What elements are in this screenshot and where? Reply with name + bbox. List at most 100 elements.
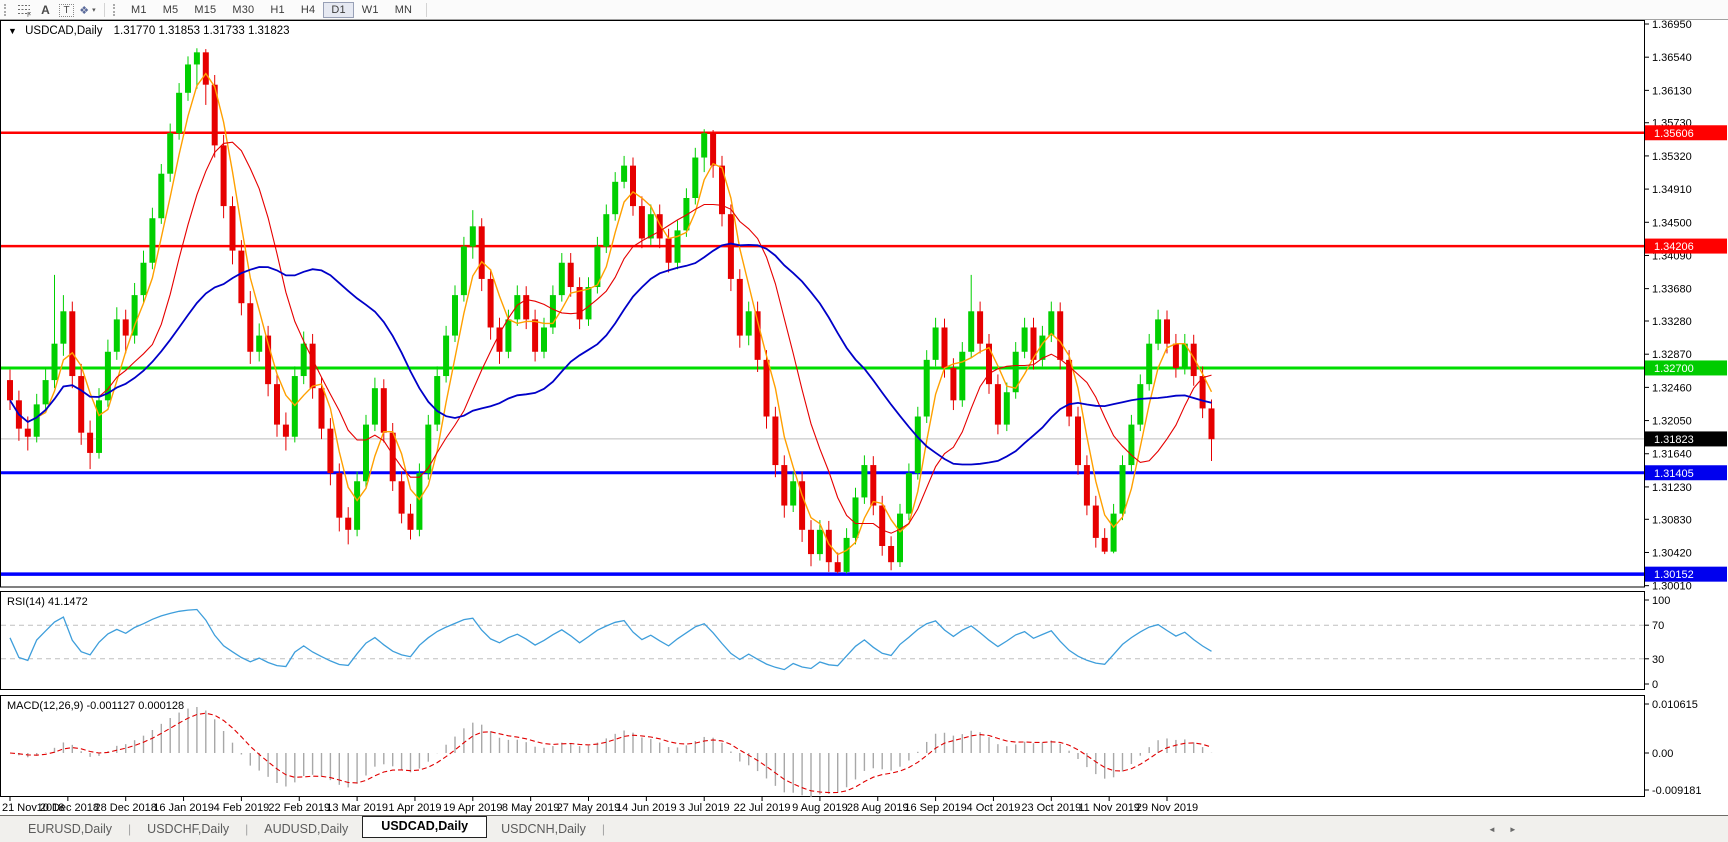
candle-body [354,481,360,530]
tab-usdcnh[interactable]: USDCNH,Daily [487,819,600,839]
candle-body [416,473,422,530]
tab-separator: | [243,822,250,836]
symbol-period-label: USDCAD,Daily [25,25,102,37]
tab-usdchf[interactable]: USDCHF,Daily [133,819,243,839]
fibonacci-tool-button[interactable]: F [15,2,34,18]
tab-audusd[interactable]: AUDUSD,Daily [250,819,362,839]
price-tick-label: 1.36540 [1652,52,1692,64]
candle-body [746,311,752,335]
tab-scroll-left-icon[interactable]: ◄ [1488,825,1496,834]
candle-body [221,145,227,206]
candle-body [256,336,262,352]
timeframe-button-d1[interactable]: D1 [323,2,353,18]
candle-body [1128,425,1134,465]
timeframe-button-m30[interactable]: M30 [224,2,262,18]
date-tick-label: 4 Oct 2019 [967,802,1021,814]
candle-body [479,226,485,279]
timeframe-button-h4[interactable]: H4 [293,2,323,18]
candle-body [1057,311,1063,360]
price-badge-label: 1.32700 [1654,363,1694,375]
tab-usdcad[interactable]: USDCAD,Daily [362,816,487,838]
tab-separator: | [600,822,607,836]
drawing-tools: FAT❖▾ [14,2,98,18]
candle-body [132,295,138,335]
candle-body [603,214,609,246]
candle-body [310,344,316,389]
price-tick-label: 1.35320 [1652,151,1692,163]
candle-body [968,311,974,351]
price-badge-label: 1.35606 [1654,128,1694,140]
rsi-indicator-label: RSI(14) 41.1472 [7,596,88,608]
candle-body [434,376,440,425]
candle-body [167,133,173,173]
rsi-tick-label: 0 [1652,679,1658,691]
timeframe-button-mn[interactable]: MN [387,2,421,18]
date-tick-label: 29 Nov 2019 [1136,802,1198,814]
candle-body [381,388,387,433]
date-tick-label: 27 May 2019 [557,802,621,814]
moving-averages [10,74,1212,555]
toolbar-separator [426,3,427,17]
date-tick-label: 14 Jun 2019 [616,802,677,814]
date-tick-label: 22 Feb 2019 [268,802,330,814]
candle-body [568,263,574,287]
candle-body [1173,344,1179,368]
tab-scroll-arrows: ◄ ► [1488,825,1517,834]
fibonacci-icon: F [17,3,33,17]
rsi-tick-label: 30 [1652,654,1664,666]
date-tick-label: 13 Mar 2019 [326,802,388,814]
candle-body [906,473,912,513]
candle-body [238,251,244,304]
candle-body [737,279,743,336]
candle-body [470,226,476,246]
candle-body [452,295,458,335]
price-axis: 1.369501.365401.361301.357301.353201.349… [1644,20,1727,593]
candle-body [69,311,75,376]
text-label-tool-button[interactable]: T [57,2,76,18]
date-tick-label: 28 Dec 2018 [95,802,157,814]
candle-body [185,64,191,92]
shapes-tool-button[interactable]: ❖▾ [78,2,97,18]
candle-body [60,311,66,343]
candle-body [301,344,307,376]
candlesticks [7,48,1215,573]
price-badge-label: 1.31405 [1654,468,1694,480]
candle-body [1004,392,1010,424]
candle-body [781,465,787,505]
tab-scroll-right-icon[interactable]: ► [1509,825,1517,834]
date-tick-label: 16 Jan 2019 [153,802,214,814]
date-tick-label: 9 Aug 2019 [792,802,848,814]
candle-body [327,429,333,474]
candle-body [96,400,102,453]
toolbar-drag-handle[interactable] [4,4,9,16]
candle-body [336,473,342,518]
candle-body [123,319,129,335]
candle-body [1191,344,1197,376]
timeframe-button-m1[interactable]: M1 [123,2,155,18]
candle-body [710,133,716,165]
candle-body [149,218,155,263]
text-tool-button[interactable]: A [36,2,55,18]
candle-body [158,174,164,219]
candle-body [443,336,449,376]
candle-body [1111,514,1117,552]
timeframe-button-m15[interactable]: M15 [186,2,224,18]
candle-body [790,481,796,505]
candle-body [78,376,84,433]
candle-body [933,327,939,359]
chart-window[interactable]: ▼ USDCAD,Daily 1.31770 1.31853 1.31733 1… [0,20,1728,815]
macd-indicator-label: MACD(12,26,9) -0.001127 0.000128 [7,700,184,712]
candle-body [942,327,948,367]
candle-body [728,214,734,279]
candle-body [345,518,351,530]
tab-eurusd[interactable]: EURUSD,Daily [14,819,126,839]
timeframe-button-m5[interactable]: M5 [155,2,187,18]
toolbar-drag-handle[interactable] [113,4,118,16]
candle-body [692,158,698,198]
collapse-icon[interactable]: ▼ [8,26,17,36]
timeframe-button-h1[interactable]: H1 [262,2,292,18]
date-tick-label: 10 Dec 2018 [37,802,99,814]
timeframe-button-w1[interactable]: W1 [354,2,387,18]
shapes-icon: ❖ [79,4,89,17]
price-tick-label: 1.36950 [1652,20,1692,31]
